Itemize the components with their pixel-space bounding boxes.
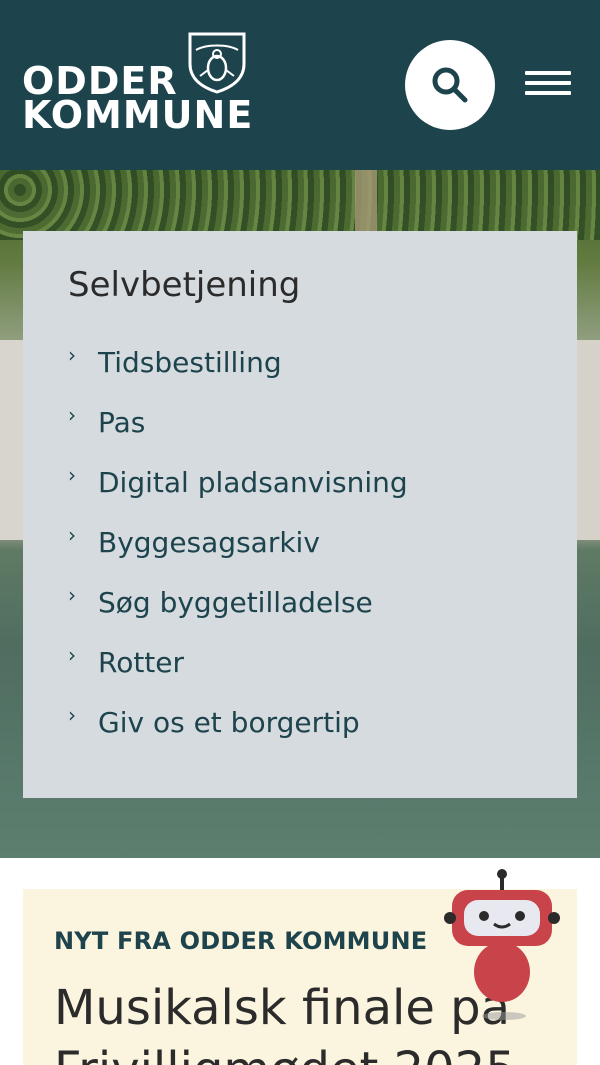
chevron-right-icon: › — [68, 643, 76, 667]
chatbot-robot-icon[interactable] — [440, 868, 560, 1028]
coat-of-arms-icon — [188, 32, 246, 94]
tree-canopy — [0, 170, 600, 240]
selfservice-link-label[interactable]: Pas — [98, 403, 145, 443]
selfservice-link-label[interactable]: Søg byggetilladelse — [98, 583, 373, 623]
beach-right — [576, 340, 600, 540]
chevron-right-icon: › — [68, 523, 76, 547]
hamburger-bar — [525, 91, 571, 95]
chevron-right-icon: › — [68, 583, 76, 607]
search-icon — [432, 67, 468, 103]
hamburger-bar — [525, 81, 571, 85]
search-button[interactable] — [405, 40, 495, 130]
selfservice-link-label[interactable]: Tidsbestilling — [98, 343, 282, 383]
menu-button[interactable] — [522, 68, 574, 98]
selfservice-link-label[interactable]: Byggesagsarkiv — [98, 523, 320, 563]
selfservice-title: Selvbetjening — [68, 265, 301, 305]
selfservice-panel: Selvbetjening › Tidsbestilling › Pas › D… — [23, 231, 577, 798]
news-kicker: NYT FRA ODDER KOMMUNE — [54, 927, 428, 955]
selfservice-link-label[interactable]: Rotter — [98, 643, 184, 683]
logo-text-line2: KOMMUNE — [22, 93, 254, 137]
odder-kommune-logo[interactable]: ODDER KOMMUNE — [22, 30, 252, 134]
site-header: ODDER KOMMUNE — [0, 0, 600, 170]
chevron-right-icon: › — [68, 463, 76, 487]
chevron-right-icon: › — [68, 343, 76, 367]
chevron-right-icon: › — [68, 703, 76, 727]
selfservice-link-label[interactable]: Giv os et borgertip — [98, 703, 360, 743]
selfservice-link-label[interactable]: Digital pladsanvisning — [98, 463, 408, 503]
hamburger-menu-icon — [525, 71, 571, 75]
chevron-right-icon: › — [68, 403, 76, 427]
forest-path — [355, 170, 377, 232]
